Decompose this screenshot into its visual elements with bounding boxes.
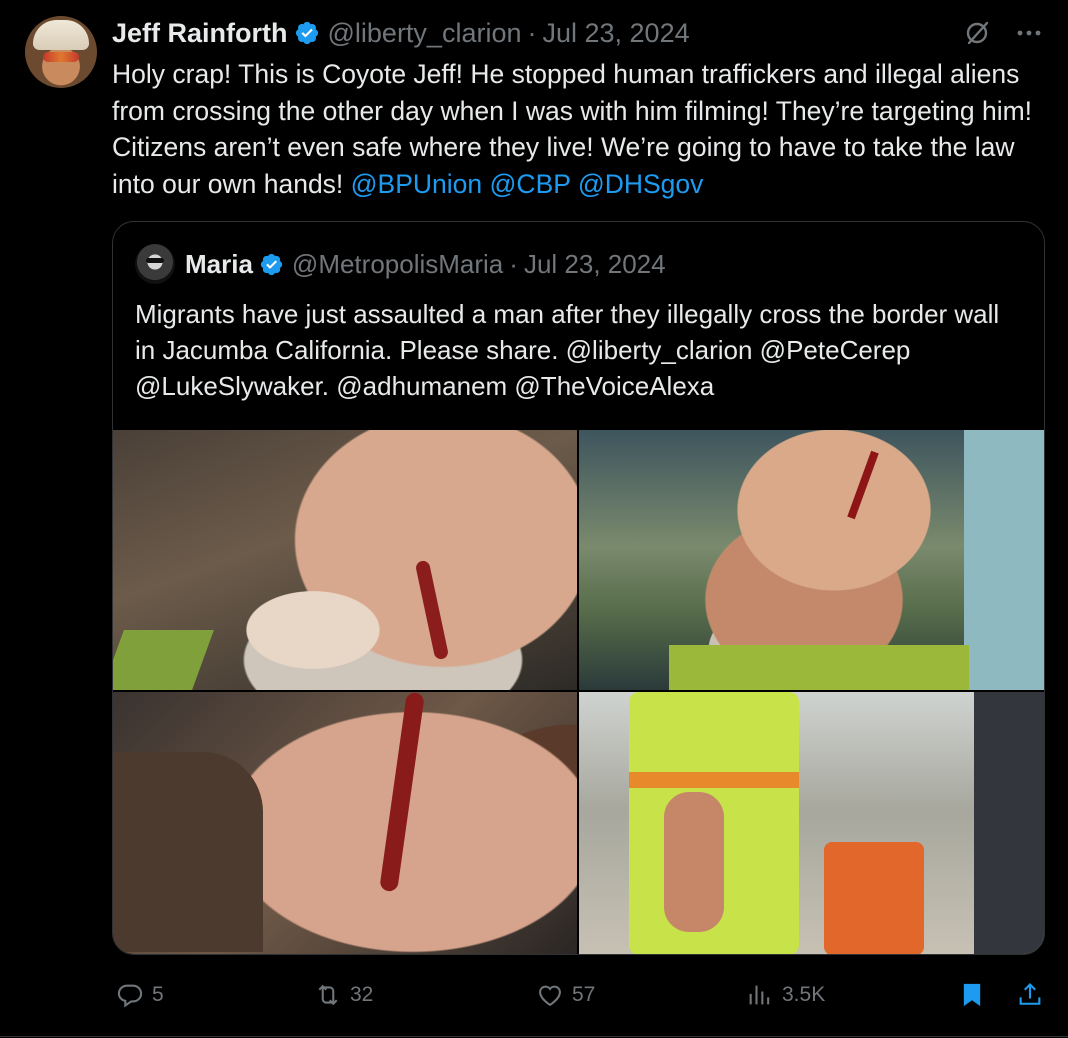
photo-detail-orange-case (824, 842, 924, 954)
quote-author-avatar[interactable] (135, 244, 175, 284)
view-count: 3.5K (782, 983, 826, 1006)
retweet-count: 32 (350, 983, 374, 1006)
retweet-button[interactable]: 32 (314, 975, 373, 1015)
quote-header: Maria @MetropolisMaria · Jul 23, 2024 (185, 246, 666, 282)
like-count: 57 (572, 983, 596, 1006)
action-bar: 5 32 57 3.5K (112, 975, 1047, 1015)
tweet-text-plain: Holy crap! This is Coyote Jeff! He stopp… (112, 59, 1033, 199)
photo-grid (113, 430, 1044, 954)
mention-link[interactable]: @CBP (490, 169, 571, 199)
photo-detail-reflective-stripe (629, 772, 799, 788)
header-separator: · (527, 17, 537, 48)
photo-detail-arm (113, 752, 263, 952)
share-button[interactable] (1016, 975, 1044, 1015)
photo-detail-arm (664, 792, 724, 932)
tweet-date[interactable]: Jul 23, 2024 (542, 18, 689, 49)
quote-date[interactable]: Jul 23, 2024 (524, 249, 666, 280)
author-handle[interactable]: @liberty_clarion (328, 18, 522, 49)
quoted-tweet-card[interactable]: Maria @MetropolisMaria · Jul 23, 2024 Mi… (112, 221, 1045, 955)
photo-detail-person (974, 692, 1044, 954)
verified-badge-icon (295, 21, 318, 45)
photo-2[interactable] (579, 430, 1044, 690)
photo-detail-vest (669, 645, 969, 690)
avatar-glasses-shape (43, 52, 79, 62)
grok-icon[interactable] (962, 18, 992, 48)
verified-badge-icon (260, 253, 283, 275)
photo-4[interactable] (579, 692, 1044, 954)
views-button[interactable]: 3.5K (746, 975, 825, 1015)
mention-link[interactable]: @DHSgov (578, 169, 704, 199)
tweet-text: Holy crap! This is Coyote Jeff! He stopp… (112, 56, 1047, 202)
photo-detail-blood (379, 692, 425, 893)
photo-detail-blood (414, 559, 450, 661)
author-name[interactable]: Jeff Rainforth (112, 18, 288, 49)
avatar-hat-shape (33, 20, 89, 50)
photo-detail-blood (847, 450, 879, 520)
top-right-icons (962, 18, 1044, 48)
photo-3[interactable] (113, 692, 577, 954)
more-icon[interactable] (1014, 18, 1044, 48)
bookmark-icon (963, 983, 981, 1007)
photo-detail-vest (113, 630, 214, 690)
like-icon (539, 985, 561, 1007)
mention-link[interactable]: @BPUnion (351, 169, 483, 199)
reply-button[interactable]: 5 (116, 975, 164, 1015)
reply-icon (117, 984, 143, 1008)
like-button[interactable]: 57 (536, 975, 595, 1015)
bookmark-button[interactable] (958, 975, 986, 1015)
author-avatar[interactable] (25, 16, 97, 88)
quote-author-name[interactable]: Maria (185, 249, 253, 280)
bottom-divider (0, 1036, 1068, 1037)
photo-detail-door-frame (964, 430, 1044, 690)
photo-1[interactable] (113, 430, 577, 690)
quote-separator: · (509, 248, 518, 279)
reply-count: 5 (152, 983, 164, 1006)
share-icon (1019, 983, 1041, 1005)
views-icon (749, 985, 770, 1005)
quote-text: Migrants have just assaulted a man after… (135, 299, 1000, 401)
tweet-header: Jeff Rainforth @liberty_clarion · Jul 23… (112, 14, 690, 52)
retweet-icon (318, 984, 338, 1006)
quote-author-handle[interactable]: @MetropolisMaria (292, 249, 503, 280)
